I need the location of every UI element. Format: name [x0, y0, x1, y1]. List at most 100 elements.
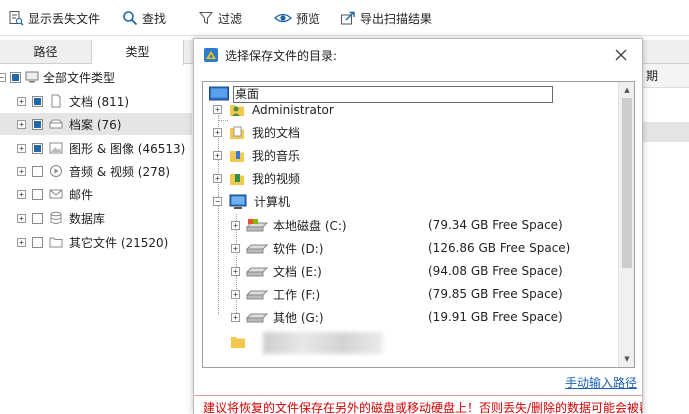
folder-my-videos[interactable]: + 我的视频	[213, 167, 300, 190]
database-icon	[50, 211, 62, 224]
export-icon	[341, 11, 355, 25]
show-lost-files-button[interactable]: 显示丢失文件	[8, 0, 100, 36]
file-type-tree: − 全部文件类型 + 文档 (811) + 档案 (76) + 图形 & 图像 …	[0, 65, 192, 414]
expand-icon[interactable]: +	[231, 313, 240, 322]
export-scan-results-button[interactable]: 导出扫描结果	[340, 0, 432, 36]
checkbox[interactable]	[32, 212, 43, 224]
export-label: 导出扫描结果	[360, 11, 433, 26]
folder-my-music[interactable]: + 我的音乐	[213, 144, 300, 167]
close-button[interactable]	[612, 46, 630, 64]
checkbox[interactable]	[32, 95, 43, 107]
tree-item-label: 邮件	[69, 187, 94, 202]
expand-icon[interactable]: +	[213, 174, 222, 183]
tree-item-label: 文档 (811)	[69, 94, 130, 109]
drive-f[interactable]: + 工作 (F:)	[231, 283, 320, 306]
scrollbar-thumb[interactable]	[622, 98, 632, 268]
scroll-up-icon[interactable]: ▲	[619, 82, 634, 98]
expand-icon[interactable]: +	[231, 244, 240, 253]
drive-label: 软件 (D:)	[273, 242, 324, 256]
tree-item-email[interactable]: + 邮件	[0, 183, 192, 205]
checkbox[interactable]	[32, 188, 43, 200]
tree-item-label: 档案 (76)	[69, 117, 122, 132]
video-folder-icon	[230, 173, 244, 185]
expand-icon[interactable]: +	[213, 128, 222, 137]
tab-path[interactable]: 路径	[0, 40, 92, 64]
expand-icon[interactable]: +	[213, 105, 222, 114]
music-folder-icon	[230, 150, 244, 162]
system-drive-icon	[245, 218, 269, 231]
search-label: 查找	[142, 11, 167, 26]
scroll-down-icon[interactable]: ▼	[619, 351, 634, 367]
folder-computer[interactable]: − 计算机	[213, 190, 290, 213]
collapse-icon[interactable]: −	[213, 197, 222, 206]
dialog-titlebar: 选择保存文件的目录:	[194, 39, 642, 71]
drive-label: 文档 (E:)	[273, 265, 322, 279]
tree-item-audio-video[interactable]: + 音频 & 视频 (278)	[0, 160, 192, 182]
select-save-directory-dialog: 选择保存文件的目录: 桌面 + Administrator + 我的文档 + 我…	[193, 38, 643, 414]
drive-free-space: (94.08 GB Free Space)	[428, 264, 563, 278]
image-icon	[49, 142, 63, 154]
show-lost-files-label: 显示丢失文件	[28, 11, 101, 26]
tree-root[interactable]: − 全部文件类型	[0, 66, 192, 88]
checkbox[interactable]	[10, 71, 21, 83]
dialog-title: 选择保存文件的目录:	[225, 48, 338, 63]
manual-input-path-link[interactable]: 手动输入路径	[565, 374, 637, 391]
warning-text: 建议将恢复的文件保存在另外的磁盘或移动硬盘上！否则丢失/删除的数据可能会被覆盖	[203, 401, 642, 414]
tree-item-label: 数据库	[69, 211, 106, 226]
search-button[interactable]: 查找	[122, 0, 166, 36]
expand-icon[interactable]: +	[17, 213, 26, 223]
drive-d[interactable]: + 软件 (D:)	[231, 237, 323, 260]
file-list	[640, 64, 689, 414]
tree-item-other-files[interactable]: + 其它文件 (21520)	[0, 231, 192, 253]
tree-item-images[interactable]: + 图形 & 图像 (46513)	[0, 137, 192, 159]
filter-button[interactable]: 过滤	[198, 0, 242, 36]
filter-icon	[198, 12, 214, 25]
tree-item-label: 其它文件 (21520)	[69, 235, 169, 250]
folder-label: 我的视频	[252, 172, 301, 186]
document-search-icon	[9, 11, 24, 26]
expand-icon[interactable]: +	[17, 119, 26, 129]
checkbox[interactable]	[32, 118, 43, 130]
tree-root-label: 全部文件类型	[43, 70, 116, 85]
expand-icon[interactable]: +	[17, 143, 26, 153]
drive-e[interactable]: + 文档 (E:)	[231, 260, 322, 283]
checkbox[interactable]	[32, 165, 43, 177]
column-header-date[interactable]: 期	[640, 64, 689, 88]
expand-icon[interactable]: +	[231, 267, 240, 276]
expand-icon[interactable]: +	[17, 166, 26, 176]
preview-button[interactable]: 预览	[274, 0, 320, 36]
drive-c[interactable]: + 本地磁盘 (C:)	[231, 214, 347, 237]
hard-drive-icon	[245, 267, 269, 276]
toolbar: 显示丢失文件 查找 过滤 预览 导出扫描结果	[0, 0, 689, 36]
folder-icon	[231, 337, 245, 348]
folder-tree[interactable]: 桌面 + Administrator + 我的文档 + 我的音乐 + 我的视频 …	[202, 81, 635, 368]
folder-administrator[interactable]: + Administrator	[213, 98, 334, 121]
expand-icon[interactable]: +	[231, 221, 240, 230]
redacted-folder-name	[263, 332, 383, 354]
expand-icon[interactable]: +	[231, 290, 240, 299]
list-row-selected[interactable]	[640, 122, 689, 142]
checkbox[interactable]	[32, 142, 43, 154]
checkbox[interactable]	[32, 236, 43, 248]
collapse-icon[interactable]: −	[0, 72, 6, 82]
tree-item-database[interactable]: + 数据库	[0, 207, 192, 229]
tree-item-documents[interactable]: + 文档 (811)	[0, 90, 192, 112]
hard-drive-icon	[245, 290, 269, 299]
drive-g[interactable]: + 其他 (G:)	[231, 306, 324, 329]
expand-icon[interactable]: +	[17, 96, 26, 106]
expand-icon[interactable]: +	[213, 151, 222, 160]
tab-type[interactable]: 类型	[92, 40, 184, 65]
drive-label: 其他 (G:)	[273, 311, 324, 325]
folder-label: 我的音乐	[252, 149, 301, 163]
drive-label: 本地磁盘 (C:)	[273, 219, 347, 233]
vertical-scrollbar[interactable]: ▲ ▼	[618, 82, 634, 367]
expand-icon[interactable]: +	[17, 237, 26, 247]
expand-icon[interactable]: +	[17, 189, 26, 199]
tree-item-archives[interactable]: + 档案 (76)	[0, 113, 192, 135]
eye-icon	[274, 13, 292, 23]
column-header-label: 期	[646, 69, 659, 83]
preview-label: 预览	[296, 11, 321, 26]
folder-my-documents[interactable]: + 我的文档	[213, 121, 300, 144]
drive-label: 工作 (F:)	[273, 288, 321, 302]
archive-icon	[49, 119, 63, 129]
